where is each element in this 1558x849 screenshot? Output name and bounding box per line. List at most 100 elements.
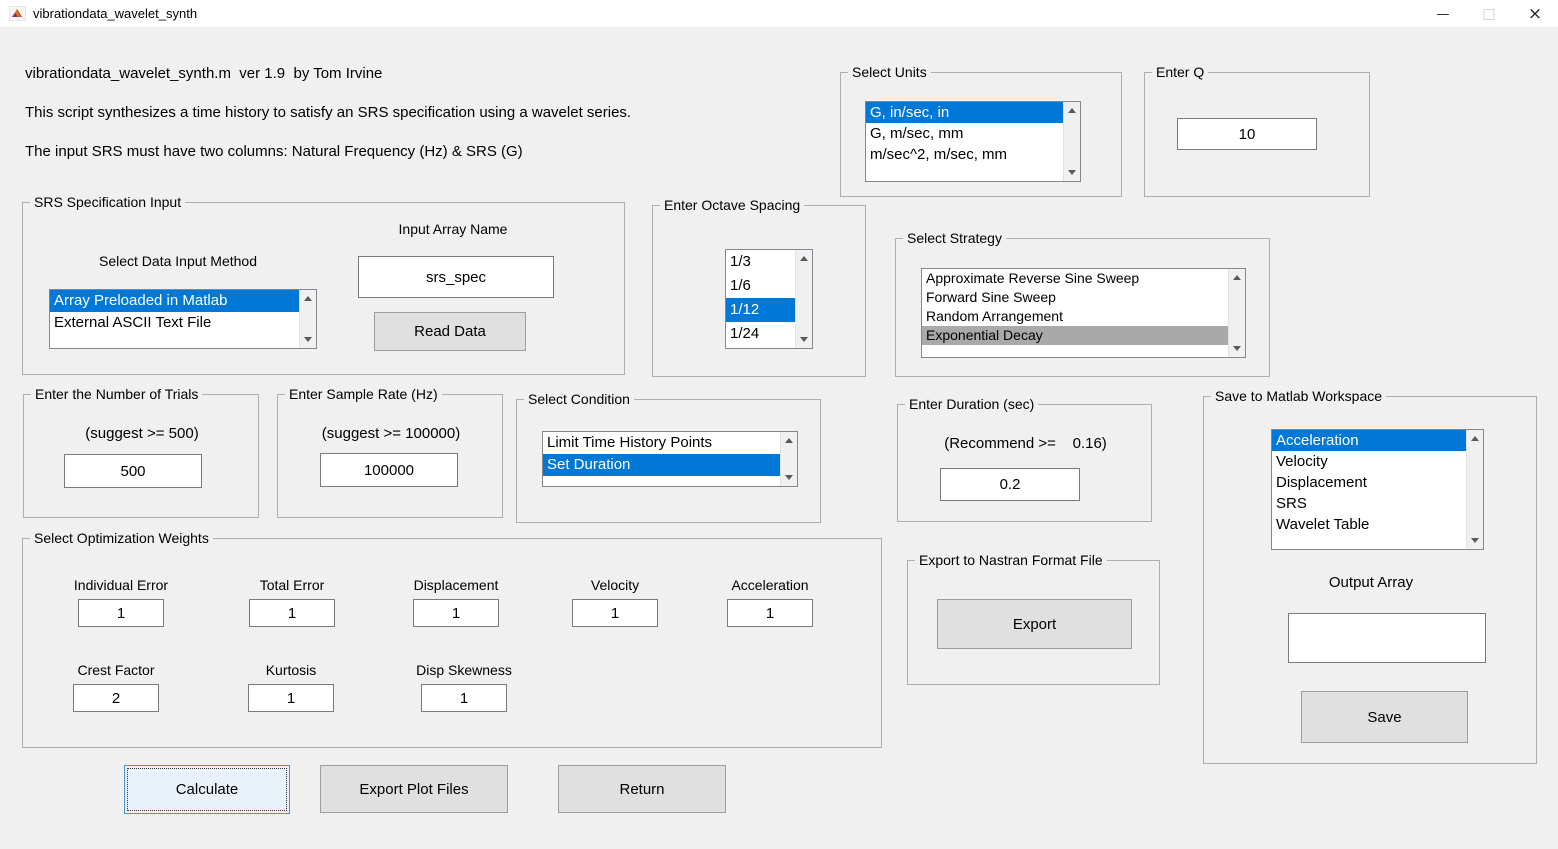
input-method-option[interactable]: External ASCII Text File xyxy=(50,312,299,334)
save-button[interactable]: Save xyxy=(1301,691,1468,743)
titlebar: vibrationdata_wavelet_synth — □ × xyxy=(0,0,1558,28)
condition-option[interactable]: Limit Time History Points xyxy=(543,432,780,454)
units-option[interactable]: G, m/sec, mm xyxy=(866,123,1063,144)
scroll-down-icon[interactable] xyxy=(796,331,812,348)
strategy-option[interactable]: Exponential Decay xyxy=(922,326,1228,345)
output-array-input[interactable] xyxy=(1288,613,1486,663)
return-button[interactable]: Return xyxy=(558,765,726,813)
units-option[interactable]: G, in/sec, in xyxy=(866,102,1063,123)
sample-rate-title: Enter Sample Rate (Hz) xyxy=(285,386,442,402)
strategy-option[interactable]: Forward Sine Sweep xyxy=(922,288,1228,307)
select-units-panel: Select Units G, in/sec, in G, m/sec, mm … xyxy=(840,72,1122,197)
save-workspace-panel: Save to Matlab Workspace Acceleration Ve… xyxy=(1203,396,1537,764)
acceleration-label: Acceleration xyxy=(685,577,855,593)
scroll-down-icon[interactable] xyxy=(1064,164,1080,181)
scroll-up-icon[interactable] xyxy=(1229,269,1245,286)
octave-option[interactable]: 1/24 xyxy=(726,322,795,346)
workspace-option[interactable]: Acceleration xyxy=(1272,430,1466,451)
duration-hint: (Recommend >= 0.16) xyxy=(898,435,1153,452)
number-of-trials-title: Enter the Number of Trials xyxy=(31,386,202,402)
scrollbar[interactable] xyxy=(1228,269,1245,357)
number-of-trials-panel: Enter the Number of Trials (suggest >= 5… xyxy=(23,394,259,518)
octave-listbox[interactable]: 1/3 1/6 1/12 1/24 xyxy=(725,249,813,349)
individual-error-label: Individual Error xyxy=(36,577,206,593)
condition-option[interactable]: Set Duration xyxy=(543,454,780,476)
acceleration-input[interactable] xyxy=(727,599,813,627)
units-option[interactable]: m/sec^2, m/sec, mm xyxy=(866,144,1063,165)
octave-spacing-title: Enter Octave Spacing xyxy=(660,197,804,213)
scroll-down-icon[interactable] xyxy=(300,331,316,348)
srs-spec-input-title: SRS Specification Input xyxy=(30,194,185,210)
disp-skewness-input[interactable] xyxy=(421,684,507,712)
workspace-option[interactable]: Displacement xyxy=(1272,472,1466,493)
scroll-down-icon[interactable] xyxy=(1467,532,1483,549)
scroll-up-icon[interactable] xyxy=(781,432,797,449)
octave-option[interactable]: 1/6 xyxy=(726,274,795,298)
matlab-logo-icon xyxy=(9,6,26,21)
strategy-listbox[interactable]: Approximate Reverse Sine Sweep Forward S… xyxy=(921,268,1246,358)
scrollbar[interactable] xyxy=(299,290,316,348)
export-plot-files-button[interactable]: Export Plot Files xyxy=(320,765,508,813)
condition-listbox[interactable]: Limit Time History Points Set Duration xyxy=(542,431,798,487)
workspace-option[interactable]: SRS xyxy=(1272,493,1466,514)
maximize-icon[interactable]: □ xyxy=(1466,0,1512,28)
nastran-export-panel: Export to Nastran Format File Export xyxy=(907,560,1160,685)
script-version-text: vibrationdata_wavelet_synth.m ver 1.9 by… xyxy=(25,65,382,82)
sample-rate-input[interactable] xyxy=(320,453,458,487)
enter-duration-title: Enter Duration (sec) xyxy=(905,396,1038,412)
strategy-option[interactable]: Approximate Reverse Sine Sweep xyxy=(922,269,1228,288)
scrollbar[interactable] xyxy=(795,250,812,348)
data-input-method-label: Select Data Input Method xyxy=(43,253,313,269)
displacement-input[interactable] xyxy=(413,599,499,627)
enter-q-panel: Enter Q xyxy=(1144,72,1370,197)
velocity-label: Velocity xyxy=(530,577,700,593)
octave-option[interactable]: 1/12 xyxy=(726,298,795,322)
export-button[interactable]: Export xyxy=(937,599,1132,649)
total-error-input[interactable] xyxy=(249,599,335,627)
workspace-option[interactable]: Wavelet Table xyxy=(1272,514,1466,535)
kurtosis-label: Kurtosis xyxy=(206,662,376,678)
strategy-option[interactable]: Random Arrangement xyxy=(922,307,1228,326)
scroll-up-icon[interactable] xyxy=(796,250,812,267)
trials-hint: (suggest >= 500) xyxy=(24,425,260,442)
input-method-option[interactable]: Array Preloaded in Matlab xyxy=(50,290,299,312)
optimization-weights-title: Select Optimization Weights xyxy=(30,530,213,546)
window-controls: — □ × xyxy=(1420,0,1558,28)
trials-input[interactable] xyxy=(64,454,202,488)
select-condition-title: Select Condition xyxy=(524,391,634,407)
read-data-button[interactable]: Read Data xyxy=(374,312,526,351)
crest-factor-input[interactable] xyxy=(73,684,159,712)
octave-option[interactable]: 1/3 xyxy=(726,250,795,274)
script-description-text: This script synthesizes a time history t… xyxy=(25,104,631,121)
srs-spec-input-panel: SRS Specification Input Input Array Name… xyxy=(22,202,625,375)
displacement-label: Displacement xyxy=(371,577,541,593)
minimize-icon[interactable]: — xyxy=(1420,0,1466,28)
scroll-down-icon[interactable] xyxy=(1229,340,1245,357)
close-icon[interactable]: × xyxy=(1512,0,1558,28)
velocity-input[interactable] xyxy=(572,599,658,627)
scrollbar[interactable] xyxy=(1466,430,1483,549)
scroll-up-icon[interactable] xyxy=(1467,430,1483,447)
scrollbar[interactable] xyxy=(1063,102,1080,181)
workspace-option[interactable]: Velocity xyxy=(1272,451,1466,472)
workspace-listbox[interactable]: Acceleration Velocity Displacement SRS W… xyxy=(1271,429,1484,550)
duration-input[interactable] xyxy=(940,468,1080,501)
calculate-button[interactable]: Calculate xyxy=(124,765,290,814)
input-array-name-input[interactable] xyxy=(358,256,554,298)
data-input-method-listbox[interactable]: Array Preloaded in Matlab External ASCII… xyxy=(49,289,317,349)
individual-error-input[interactable] xyxy=(78,599,164,627)
client-area: vibrationdata_wavelet_synth.m ver 1.9 by… xyxy=(0,28,1558,849)
q-input[interactable] xyxy=(1177,118,1317,150)
window-title: vibrationdata_wavelet_synth xyxy=(33,6,197,21)
scroll-down-icon[interactable] xyxy=(781,469,797,486)
kurtosis-input[interactable] xyxy=(248,684,334,712)
select-strategy-title: Select Strategy xyxy=(903,230,1006,246)
scrollbar[interactable] xyxy=(780,432,797,486)
scroll-up-icon[interactable] xyxy=(1064,102,1080,119)
disp-skewness-label: Disp Skewness xyxy=(379,662,549,678)
output-array-label: Output Array xyxy=(1204,574,1538,591)
save-workspace-title: Save to Matlab Workspace xyxy=(1211,388,1386,404)
units-listbox[interactable]: G, in/sec, in G, m/sec, mm m/sec^2, m/se… xyxy=(865,101,1081,182)
select-units-title: Select Units xyxy=(848,64,931,80)
scroll-up-icon[interactable] xyxy=(300,290,316,307)
